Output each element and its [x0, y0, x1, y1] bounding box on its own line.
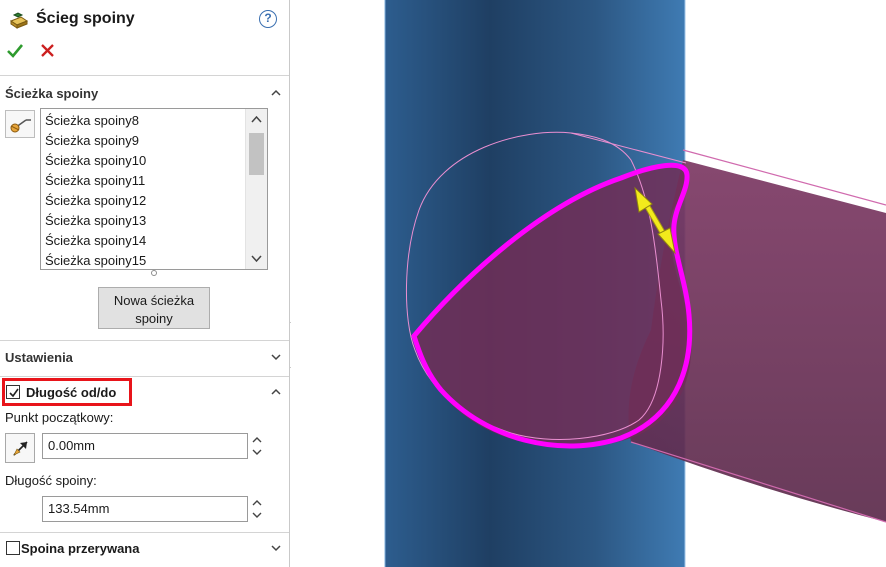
close-icon[interactable]	[39, 42, 57, 60]
list-item[interactable]: Ścieżka spoiny13	[41, 211, 245, 231]
chevron-up-icon[interactable]	[270, 87, 282, 99]
settings-section-header[interactable]: Ustawienia	[0, 342, 289, 372]
scroll-thumb[interactable]	[249, 133, 264, 175]
weld-bead-icon	[8, 9, 30, 31]
weld-length-stepper[interactable]	[251, 496, 263, 522]
settings-section-title: Ustawienia	[5, 350, 73, 365]
list-item[interactable]: Ścieżka spoiny11	[41, 171, 245, 191]
new-weld-path-button[interactable]: Nowa ścieżka spoiny	[98, 287, 210, 329]
start-point-label: Punkt początkowy:	[5, 410, 114, 425]
section-divider	[0, 340, 289, 341]
weld-path-section-header[interactable]: Ścieżka spoiny	[0, 78, 289, 108]
list-item[interactable]: Ścieżka spoiny10	[41, 151, 245, 171]
list-item[interactable]: Ścieżka spoiny12	[41, 191, 245, 211]
property-manager-panel: Ścieg spoiny ? Ścieżka spoiny Ścieżka sp…	[0, 0, 290, 567]
list-resize-handle[interactable]	[151, 270, 157, 276]
section-divider	[0, 376, 289, 377]
check-icon[interactable]	[6, 42, 24, 60]
list-scrollbar[interactable]	[245, 109, 267, 269]
weld-length-input[interactable]: 133.54mm	[42, 496, 248, 522]
chevron-down-icon[interactable]	[270, 542, 282, 554]
help-icon[interactable]: ?	[259, 10, 277, 28]
property-manager-header: Ścieg spoiny ?	[0, 0, 289, 76]
list-item[interactable]: Ścieżka spoiny9	[41, 131, 245, 151]
weld-path-select-icon[interactable]	[5, 110, 35, 138]
weld-path-list[interactable]: Ścieżka spoiny8 Ścieżka spoiny9 Ścieżka sp…	[40, 108, 268, 270]
from-to-length-checkbox[interactable]	[6, 385, 20, 399]
start-point-stepper[interactable]	[251, 433, 263, 459]
weld-path-section-title: Ścieżka spoiny	[5, 86, 99, 101]
scroll-down-icon[interactable]	[246, 249, 267, 267]
graphics-viewport[interactable]	[291, 0, 886, 567]
weld-length-label: Długość spoiny:	[5, 473, 97, 488]
page-title: Ścieg spoiny	[36, 10, 135, 27]
section-divider	[0, 532, 289, 533]
start-point-input[interactable]: 0.00mm	[42, 433, 248, 459]
list-item[interactable]: Ścieżka spoiny8	[41, 111, 245, 131]
from-to-length-label[interactable]: Długość od/do	[26, 385, 116, 400]
scroll-up-icon[interactable]	[246, 111, 267, 129]
chevron-down-icon[interactable]	[270, 351, 282, 363]
model-view[interactable]	[291, 0, 886, 567]
list-item[interactable]: Ścieżka spoiny15	[41, 251, 245, 269]
intermittent-weld-label[interactable]: Spoina przerywana	[21, 541, 139, 556]
arrow-start-point-icon[interactable]	[5, 433, 35, 463]
intermittent-weld-checkbox[interactable]	[6, 541, 20, 555]
chevron-up-icon[interactable]	[270, 386, 282, 398]
list-item[interactable]: Ścieżka spoiny14	[41, 231, 245, 251]
